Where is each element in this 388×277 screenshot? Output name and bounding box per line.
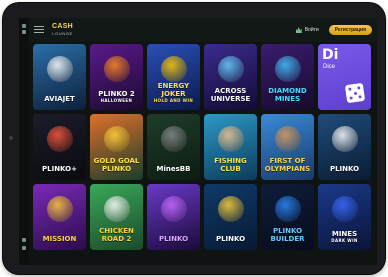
game-title: ENERGY JOKER HOLD AND WIN (147, 82, 200, 103)
game-tile-plinko-classic[interactable]: PLINKO (204, 184, 257, 250)
game-title-text: PLINKO (158, 235, 189, 243)
game-title: FIRST OF OLYMPIANS (261, 157, 314, 173)
game-title: PLINKO BUILDER (261, 227, 314, 243)
game-artwork-icon (103, 126, 130, 152)
game-title-text: PLINKO+ (42, 165, 77, 173)
game-tile-plinko-plus[interactable]: PLINKO+ (33, 114, 86, 180)
game-title-text: MinesBB (156, 165, 191, 173)
game-title-text: PLINKO (215, 235, 246, 243)
game-title: Di (322, 47, 339, 63)
game-tile-mines-bb[interactable]: MinesBB (147, 114, 200, 180)
status-icon (22, 30, 26, 34)
game-artwork-icon (331, 196, 358, 222)
game-tile-aviajet[interactable]: AVIAJET (33, 44, 86, 110)
status-icon (22, 24, 26, 28)
game-title: MinesBB (155, 165, 193, 173)
game-tile-gold-goal-plinko[interactable]: GOLD GOAL PLINKO (90, 114, 143, 180)
game-title-text: AVIAJET (44, 95, 75, 103)
game-artwork-icon (103, 196, 130, 222)
logo-text: CASH (52, 23, 74, 30)
game-grid: AVIAJET PLINKO 2 HALLOWEEN ENERGY JOKER HOLD… (33, 44, 371, 250)
game-tile-plinko-neon[interactable]: PLINKO (147, 184, 200, 250)
game-tile-dice[interactable]: Di Dice (318, 44, 371, 110)
game-artwork-icon (160, 56, 187, 82)
game-title-text: PLINKO (329, 165, 360, 173)
game-title-text: GOLD GOAL PLINKO (93, 157, 140, 173)
game-subtitle: Dice (323, 64, 336, 70)
game-title-text: CHICKEN ROAD 2 (99, 227, 134, 243)
game-title-text: MISSION (42, 235, 77, 243)
register-button[interactable]: Регистрация (328, 25, 372, 35)
game-artwork-icon (274, 126, 301, 152)
game-title: PLINKO 2 HALLOWEEN (96, 90, 136, 103)
menu-icon[interactable] (34, 26, 44, 34)
game-title: PLINKO (214, 235, 247, 243)
game-tile-diamond-mines[interactable]: DIAMOND MINES (261, 44, 314, 110)
game-subtitle: DARK WIN (331, 238, 358, 243)
game-title: ACROSS UNIVERSE (204, 87, 257, 103)
battery-icon (22, 246, 26, 250)
game-artwork-icon (274, 56, 301, 82)
game-artwork-icon (217, 56, 244, 82)
game-artwork-icon (331, 126, 358, 152)
top-bar: CASH LOUNGE Войти Регистрация (29, 18, 377, 42)
front-camera (9, 136, 13, 140)
game-title: MISSION (41, 235, 79, 243)
game-artwork-icon (46, 126, 73, 152)
game-title: PLINKO (157, 235, 190, 243)
game-title: DIAMOND MINES (261, 87, 314, 103)
game-artwork-icon (160, 126, 187, 152)
game-tile-mines-dark-win[interactable]: MINES DARK WIN (318, 184, 371, 250)
game-subtitle: HALLOWEEN (100, 98, 133, 103)
login-button[interactable]: Войти (305, 27, 319, 33)
game-tile-plinko-2-halloween[interactable]: PLINKO 2 HALLOWEEN (90, 44, 143, 110)
game-artwork-icon (274, 196, 301, 222)
game-title-text: FISHING CLUB (214, 157, 247, 173)
game-artwork-icon (160, 196, 187, 222)
game-artwork-icon (103, 56, 130, 82)
dice-icon (344, 82, 366, 104)
status-bar (19, 18, 29, 265)
game-title-text: PLINKO 2 (98, 90, 135, 98)
game-title: PLINKO (328, 165, 361, 173)
game-title: MINES DARK WIN (329, 230, 359, 243)
game-title-text: DIAMOND MINES (268, 87, 307, 103)
screen: CASH LOUNGE Войти Регистрация AVIAJET PLI… (19, 18, 377, 265)
game-artwork-icon (217, 196, 244, 222)
game-subtitle: HOLD AND WIN (153, 98, 194, 103)
game-title: CHICKEN ROAD 2 (90, 227, 143, 243)
wifi-icon (22, 238, 26, 242)
game-title-text: ACROSS UNIVERSE (210, 87, 251, 103)
game-title-text: MINES (331, 230, 358, 238)
logo-subtext: LOUNGE (52, 31, 73, 36)
logo[interactable]: CASH LOUNGE (52, 23, 73, 37)
game-title: PLINKO+ (40, 165, 79, 173)
game-tile-across-the-universe[interactable]: ACROSS UNIVERSE (204, 44, 257, 110)
game-tile-first-olympians[interactable]: FIRST OF OLYMPIANS (261, 114, 314, 180)
game-title-text: PLINKO BUILDER (270, 227, 305, 243)
crown-icon (295, 27, 302, 33)
game-tile-mission-uncrossable[interactable]: MISSION (33, 184, 86, 250)
game-tile-fishing-club[interactable]: FISHING CLUB (204, 114, 257, 180)
game-title: AVIAJET (42, 95, 77, 103)
game-tile-energy-joker[interactable]: ENERGY JOKER HOLD AND WIN (147, 44, 200, 110)
game-tile-plinko-x[interactable]: PLINKO (318, 114, 371, 180)
game-artwork-icon (46, 196, 73, 222)
game-artwork-icon (46, 56, 73, 82)
tablet-frame: CASH LOUNGE Войти Регистрация AVIAJET PLI… (3, 3, 385, 274)
game-title-text: FIRST OF OLYMPIANS (264, 157, 311, 173)
game-title-text: ENERGY JOKER (157, 82, 190, 98)
game-artwork-icon (217, 126, 244, 152)
game-tile-plinko-builder[interactable]: PLINKO BUILDER (261, 184, 314, 250)
game-title: FISHING CLUB (204, 157, 257, 173)
game-title: GOLD GOAL PLINKO (90, 157, 143, 173)
game-tile-chicken-road-2[interactable]: CHICKEN ROAD 2 (90, 184, 143, 250)
